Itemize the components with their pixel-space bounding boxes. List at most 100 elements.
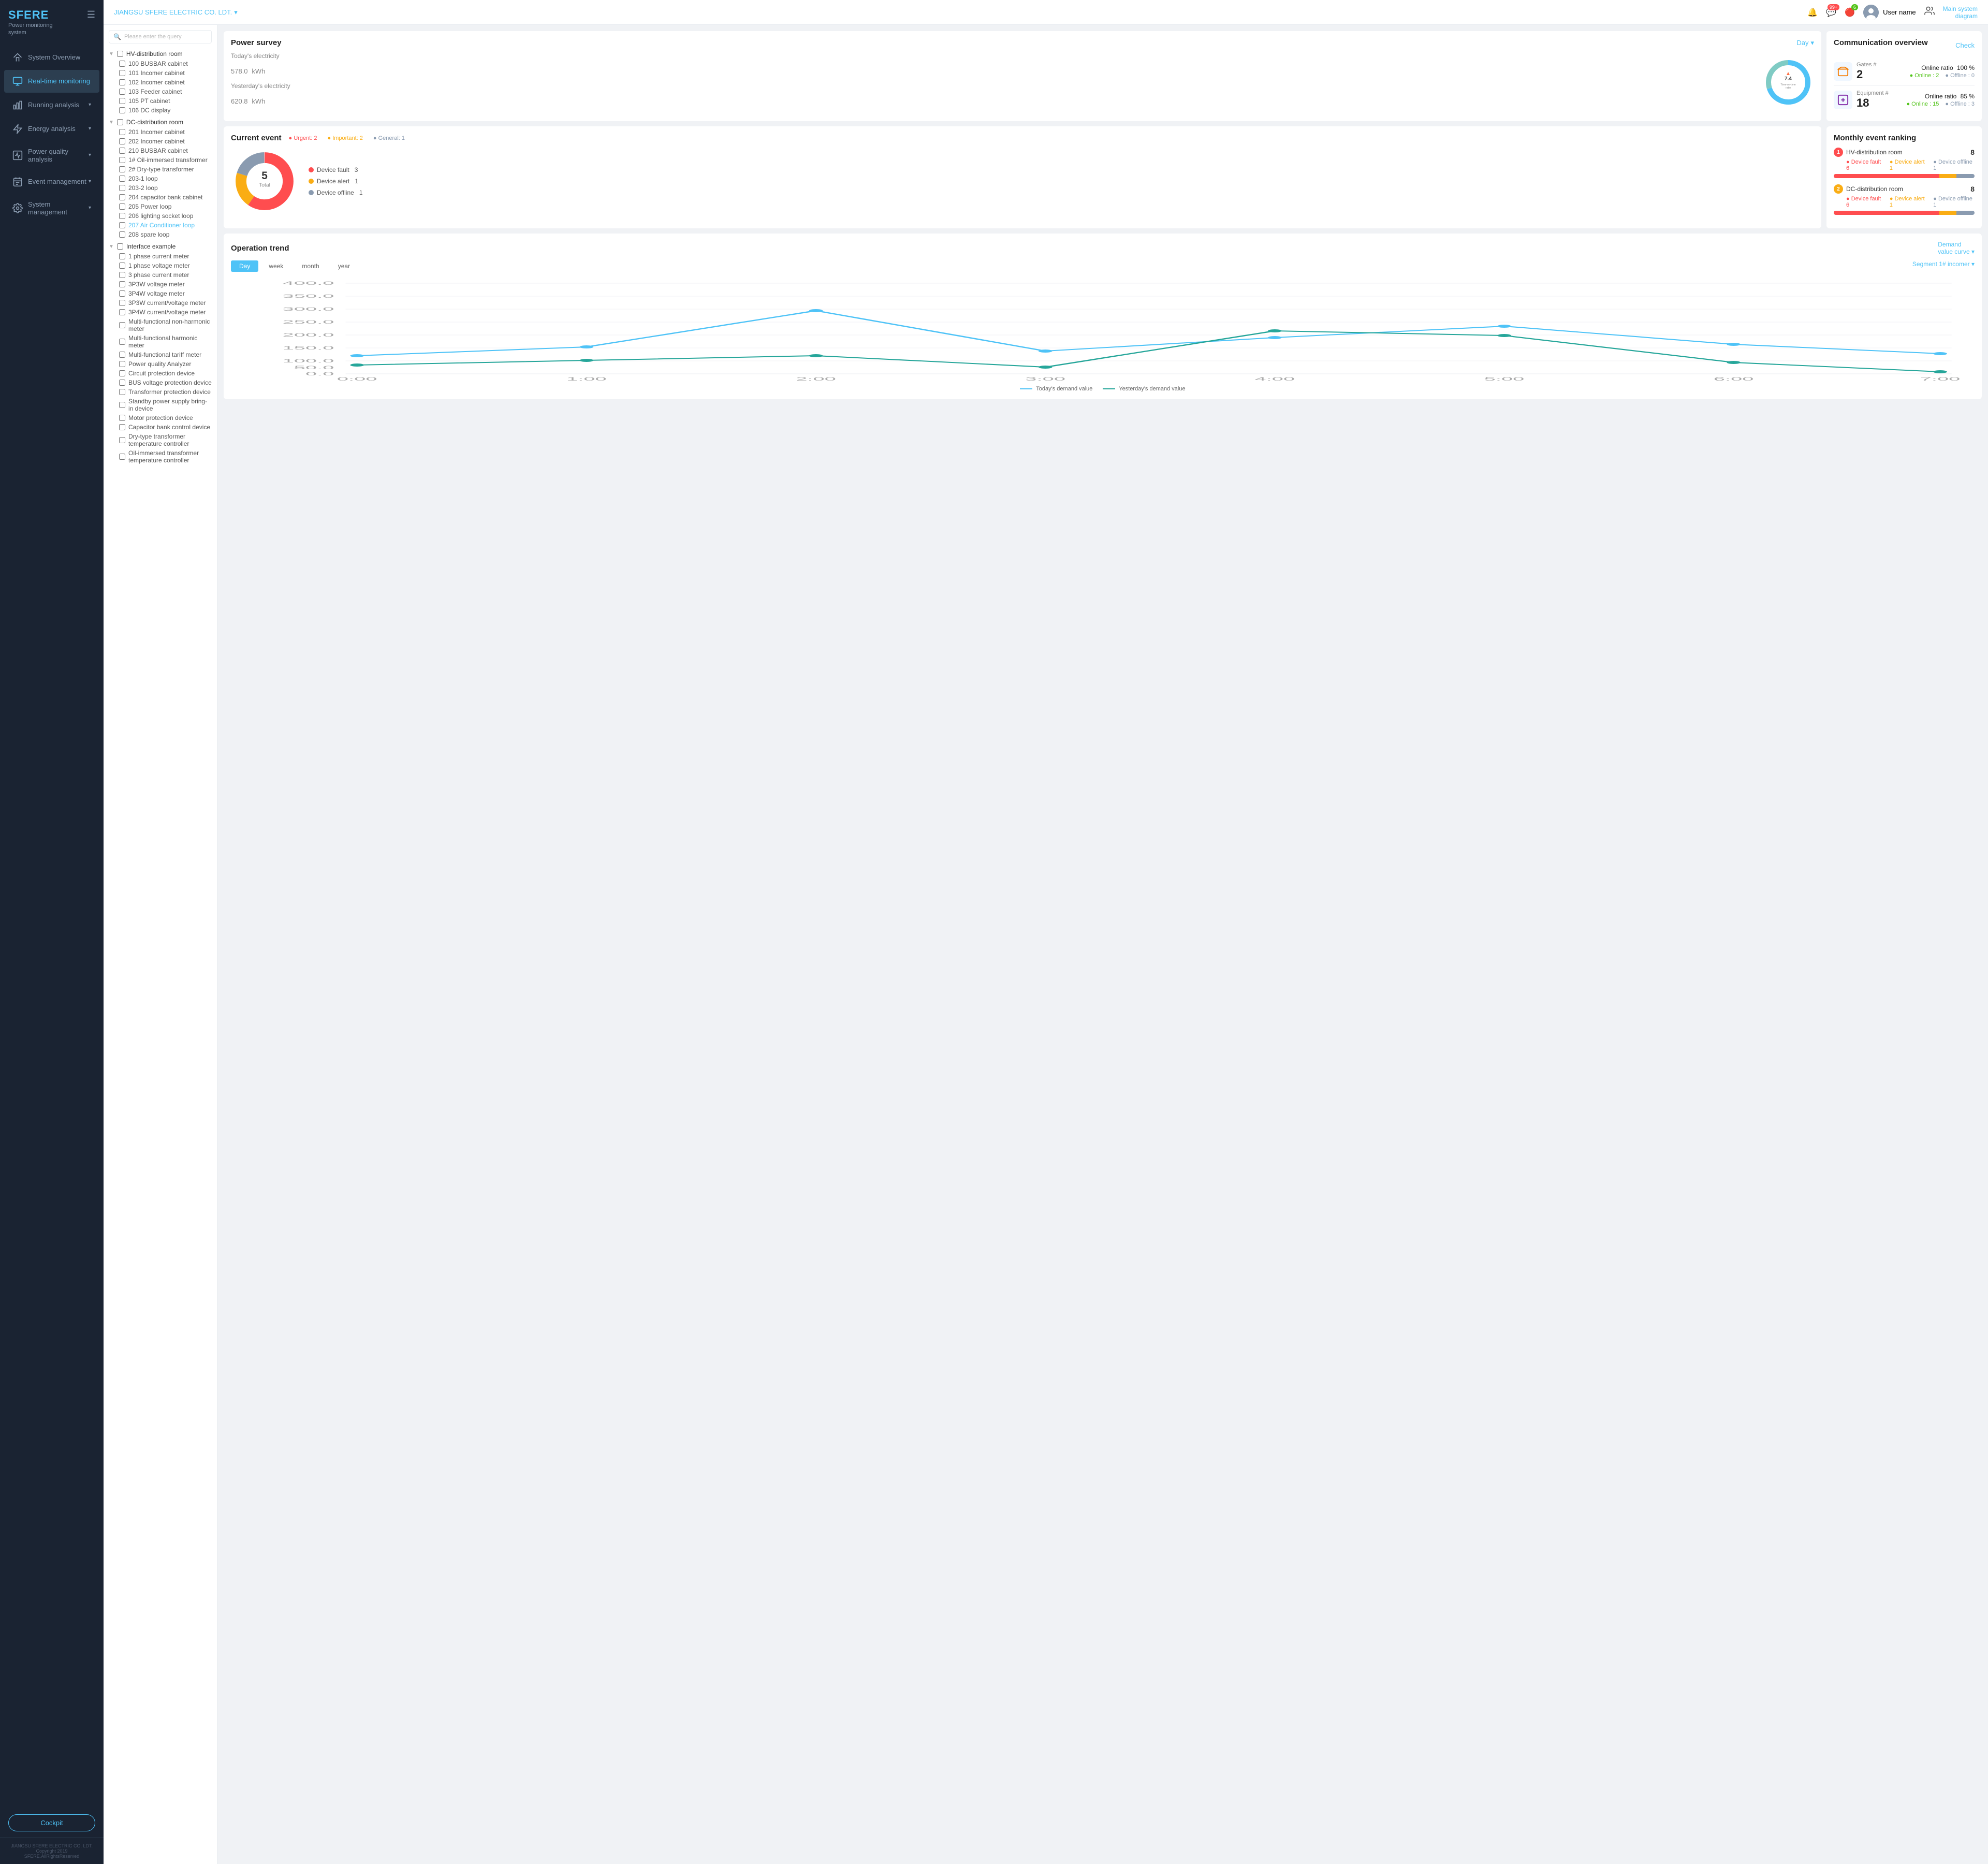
tree-item[interactable]: 205 Power loop <box>109 202 212 211</box>
sidebar-item-system-overview[interactable]: System Overview <box>4 46 99 69</box>
avatar-image <box>1863 5 1879 20</box>
tree-item[interactable]: Power quality Analyzer <box>109 359 212 369</box>
tree-item[interactable]: Transformer protection device <box>109 387 212 397</box>
event-donut-svg: 5 Total <box>231 148 298 215</box>
svg-text:300.0: 300.0 <box>283 307 334 312</box>
tab-month[interactable]: month <box>294 260 327 272</box>
main-diagram-text: Main systemdiagram <box>1943 5 1978 20</box>
tree-item[interactable]: Standby power supply bring-in device <box>109 397 212 413</box>
sidebar-footer: JIANGSU SFERE ELECTRIC CO. LDT.Copyright… <box>0 1838 104 1864</box>
nav-label-power-quality: Power quality analysis <box>28 148 89 163</box>
user-info[interactable]: User name <box>1863 5 1916 20</box>
sidebar-item-running[interactable]: Running analysis ▾ <box>4 94 99 116</box>
svg-text:ratio: ratio <box>1786 86 1791 90</box>
sidebar-item-power-quality[interactable]: Power quality analysis ▾ <box>4 141 99 169</box>
tree-item[interactable]: 106 DC display <box>109 106 212 115</box>
tree-item[interactable]: 1# Oil-immersed transformer <box>109 155 212 165</box>
running-arrow: ▾ <box>89 102 91 108</box>
tree-item[interactable]: 100 BUSBAR cabinet <box>109 59 212 68</box>
main-diagram-link[interactable]: Main systemdiagram <box>1943 5 1978 20</box>
svg-text:0.0: 0.0 <box>305 371 334 376</box>
interface-checkbox[interactable] <box>117 243 123 250</box>
tree-group-hv-label[interactable]: ▼ HV-distribution room <box>109 49 212 59</box>
tab-year[interactable]: year <box>330 260 358 272</box>
notification-icon[interactable]: 💬 99+ <box>1826 7 1836 18</box>
tree-item[interactable]: 206 lighting socket loop <box>109 211 212 221</box>
tree-item[interactable]: 1 phase voltage meter <box>109 261 212 270</box>
tree-group-dc-label[interactable]: ▼ DC-distribution room <box>109 117 212 127</box>
tree-item[interactable]: 102 Incomer cabinet <box>109 78 212 87</box>
energy-arrow: ▾ <box>89 126 91 132</box>
hamburger-icon[interactable]: ☰ <box>87 9 95 20</box>
demand-link[interactable]: Demandvalue curve ▾ <box>1938 241 1975 255</box>
tree-item[interactable]: Multi-functional non-harmonic meter <box>109 317 212 333</box>
tree-item[interactable]: 105 PT cabinet <box>109 96 212 106</box>
svg-text:5:00: 5:00 <box>1484 376 1525 382</box>
tree-item[interactable]: 201 Incomer cabinet <box>109 127 212 137</box>
segment-selector[interactable]: Segment 1# incomer ▾ <box>1912 260 1975 272</box>
rank2-offline-bar <box>1956 211 1975 215</box>
tree-item[interactable]: Capacitor bank control device <box>109 423 212 432</box>
ranking-1-header: 1 HV-distribution room 8 <box>1834 148 1975 157</box>
tree-item[interactable]: Multi-functional tariff meter <box>109 350 212 359</box>
tree-item[interactable]: Circuit protection device <box>109 369 212 378</box>
tree-item[interactable]: 3P4W voltage meter <box>109 289 212 298</box>
tree-group-interface-label[interactable]: ▼ Interface example <box>109 241 212 252</box>
sidebar-item-event[interactable]: Event management ▾ <box>4 170 99 193</box>
tree-item[interactable]: 3P3W voltage meter <box>109 280 212 289</box>
chart-area: 400.0 350.0 300.0 250.0 200.0 150.0 100.… <box>231 278 1975 382</box>
tree-search-box[interactable]: 🔍 Please enter the query <box>109 30 212 43</box>
tree-item[interactable]: 204 capacitor bank cabinet <box>109 193 212 202</box>
bell-icon[interactable]: 🔔 <box>1807 7 1818 18</box>
tree-item[interactable]: 203-1 loop <box>109 174 212 183</box>
tab-day[interactable]: Day <box>231 260 258 272</box>
tree-item[interactable]: Motor protection device <box>109 413 212 423</box>
tree-item[interactable]: 3 phase current meter <box>109 270 212 280</box>
tab-week[interactable]: week <box>260 260 291 272</box>
gates-offline-dot: ● Offline : 0 <box>1945 72 1975 79</box>
dashboard: Power survey Day ▾ Today's electricity 5… <box>217 25 1988 1864</box>
tree-item[interactable]: BUS voltage protection device <box>109 378 212 387</box>
rank1-fault: ● Device fault 6 <box>1846 159 1883 171</box>
event-content: 5 Total Device fault 3 <box>231 148 1814 215</box>
sidebar-item-energy[interactable]: Energy analysis ▾ <box>4 118 99 140</box>
event-title: Current event <box>231 134 282 142</box>
users-icon[interactable] <box>1924 6 1935 19</box>
trend-chart-svg: 400.0 350.0 300.0 250.0 200.0 150.0 100.… <box>231 278 1975 382</box>
tree-item[interactable]: Multi-functional harmonic meter <box>109 333 212 350</box>
tree-item[interactable]: 202 Incomer cabinet <box>109 137 212 146</box>
tree-item[interactable]: 208 spare loop <box>109 230 212 239</box>
tree-item[interactable]: 3P3W current/voltage meter <box>109 298 212 308</box>
tree-item[interactable]: 2# Dry-type transformer <box>109 165 212 174</box>
tree-item[interactable]: 103 Feeder cabinet <box>109 87 212 96</box>
hv-checkbox[interactable] <box>117 51 123 57</box>
tree-item[interactable]: Oil-immersed transformer temperature con… <box>109 448 212 465</box>
brand-name: SFERE <box>8 8 95 22</box>
tree-item[interactable]: 1 phase current meter <box>109 252 212 261</box>
tree-item-highlighted[interactable]: 207 Air Conditioner loop <box>109 221 212 230</box>
sidebar-item-realtime[interactable]: Real-time monitoring <box>4 70 99 93</box>
svg-text:0:00: 0:00 <box>337 376 377 382</box>
equipment-label: Equipment # <box>1857 90 1889 96</box>
ps-day-label: Day <box>1796 39 1808 47</box>
ps-day-selector[interactable]: Day ▾ <box>1796 39 1814 47</box>
check-link[interactable]: Check <box>1955 41 1975 49</box>
interface-expand-icon: ▼ <box>109 244 114 250</box>
dc-checkbox[interactable] <box>117 119 123 125</box>
tree-item[interactable]: 210 BUSBAR cabinet <box>109 146 212 155</box>
equipment-online-dot: ● Online : 15 <box>1906 101 1939 107</box>
ranking-2-bar-fill <box>1834 211 1975 215</box>
trend-header: Operation trend Demandvalue curve ▾ <box>231 241 1975 255</box>
ranking-2-left: 2 DC-distribution room <box>1834 184 1903 194</box>
tree-item[interactable]: 3P4W current/voltage meter <box>109 308 212 317</box>
tree-item[interactable]: Dry-type transformer temperature control… <box>109 432 212 448</box>
sidebar-item-system-mgmt[interactable]: System management ▾ <box>4 194 99 222</box>
comm-gates-info: Gates # 2 <box>1857 62 1877 81</box>
comm-equipment-info: Equipment # 18 <box>1857 90 1889 110</box>
tree-item[interactable]: 101 Incomer cabinet <box>109 68 212 78</box>
cockpit-button[interactable]: Cockpit <box>8 1814 95 1831</box>
tree-item[interactable]: 203-2 loop <box>109 183 212 193</box>
rank2-alert: ● Device alert 1 <box>1890 196 1927 208</box>
company-selector[interactable]: JIANGSU SFERE ELECTRIC CO. LDT. ▾ <box>114 8 238 17</box>
alert-icon[interactable]: 🔴 6 <box>1845 7 1855 18</box>
